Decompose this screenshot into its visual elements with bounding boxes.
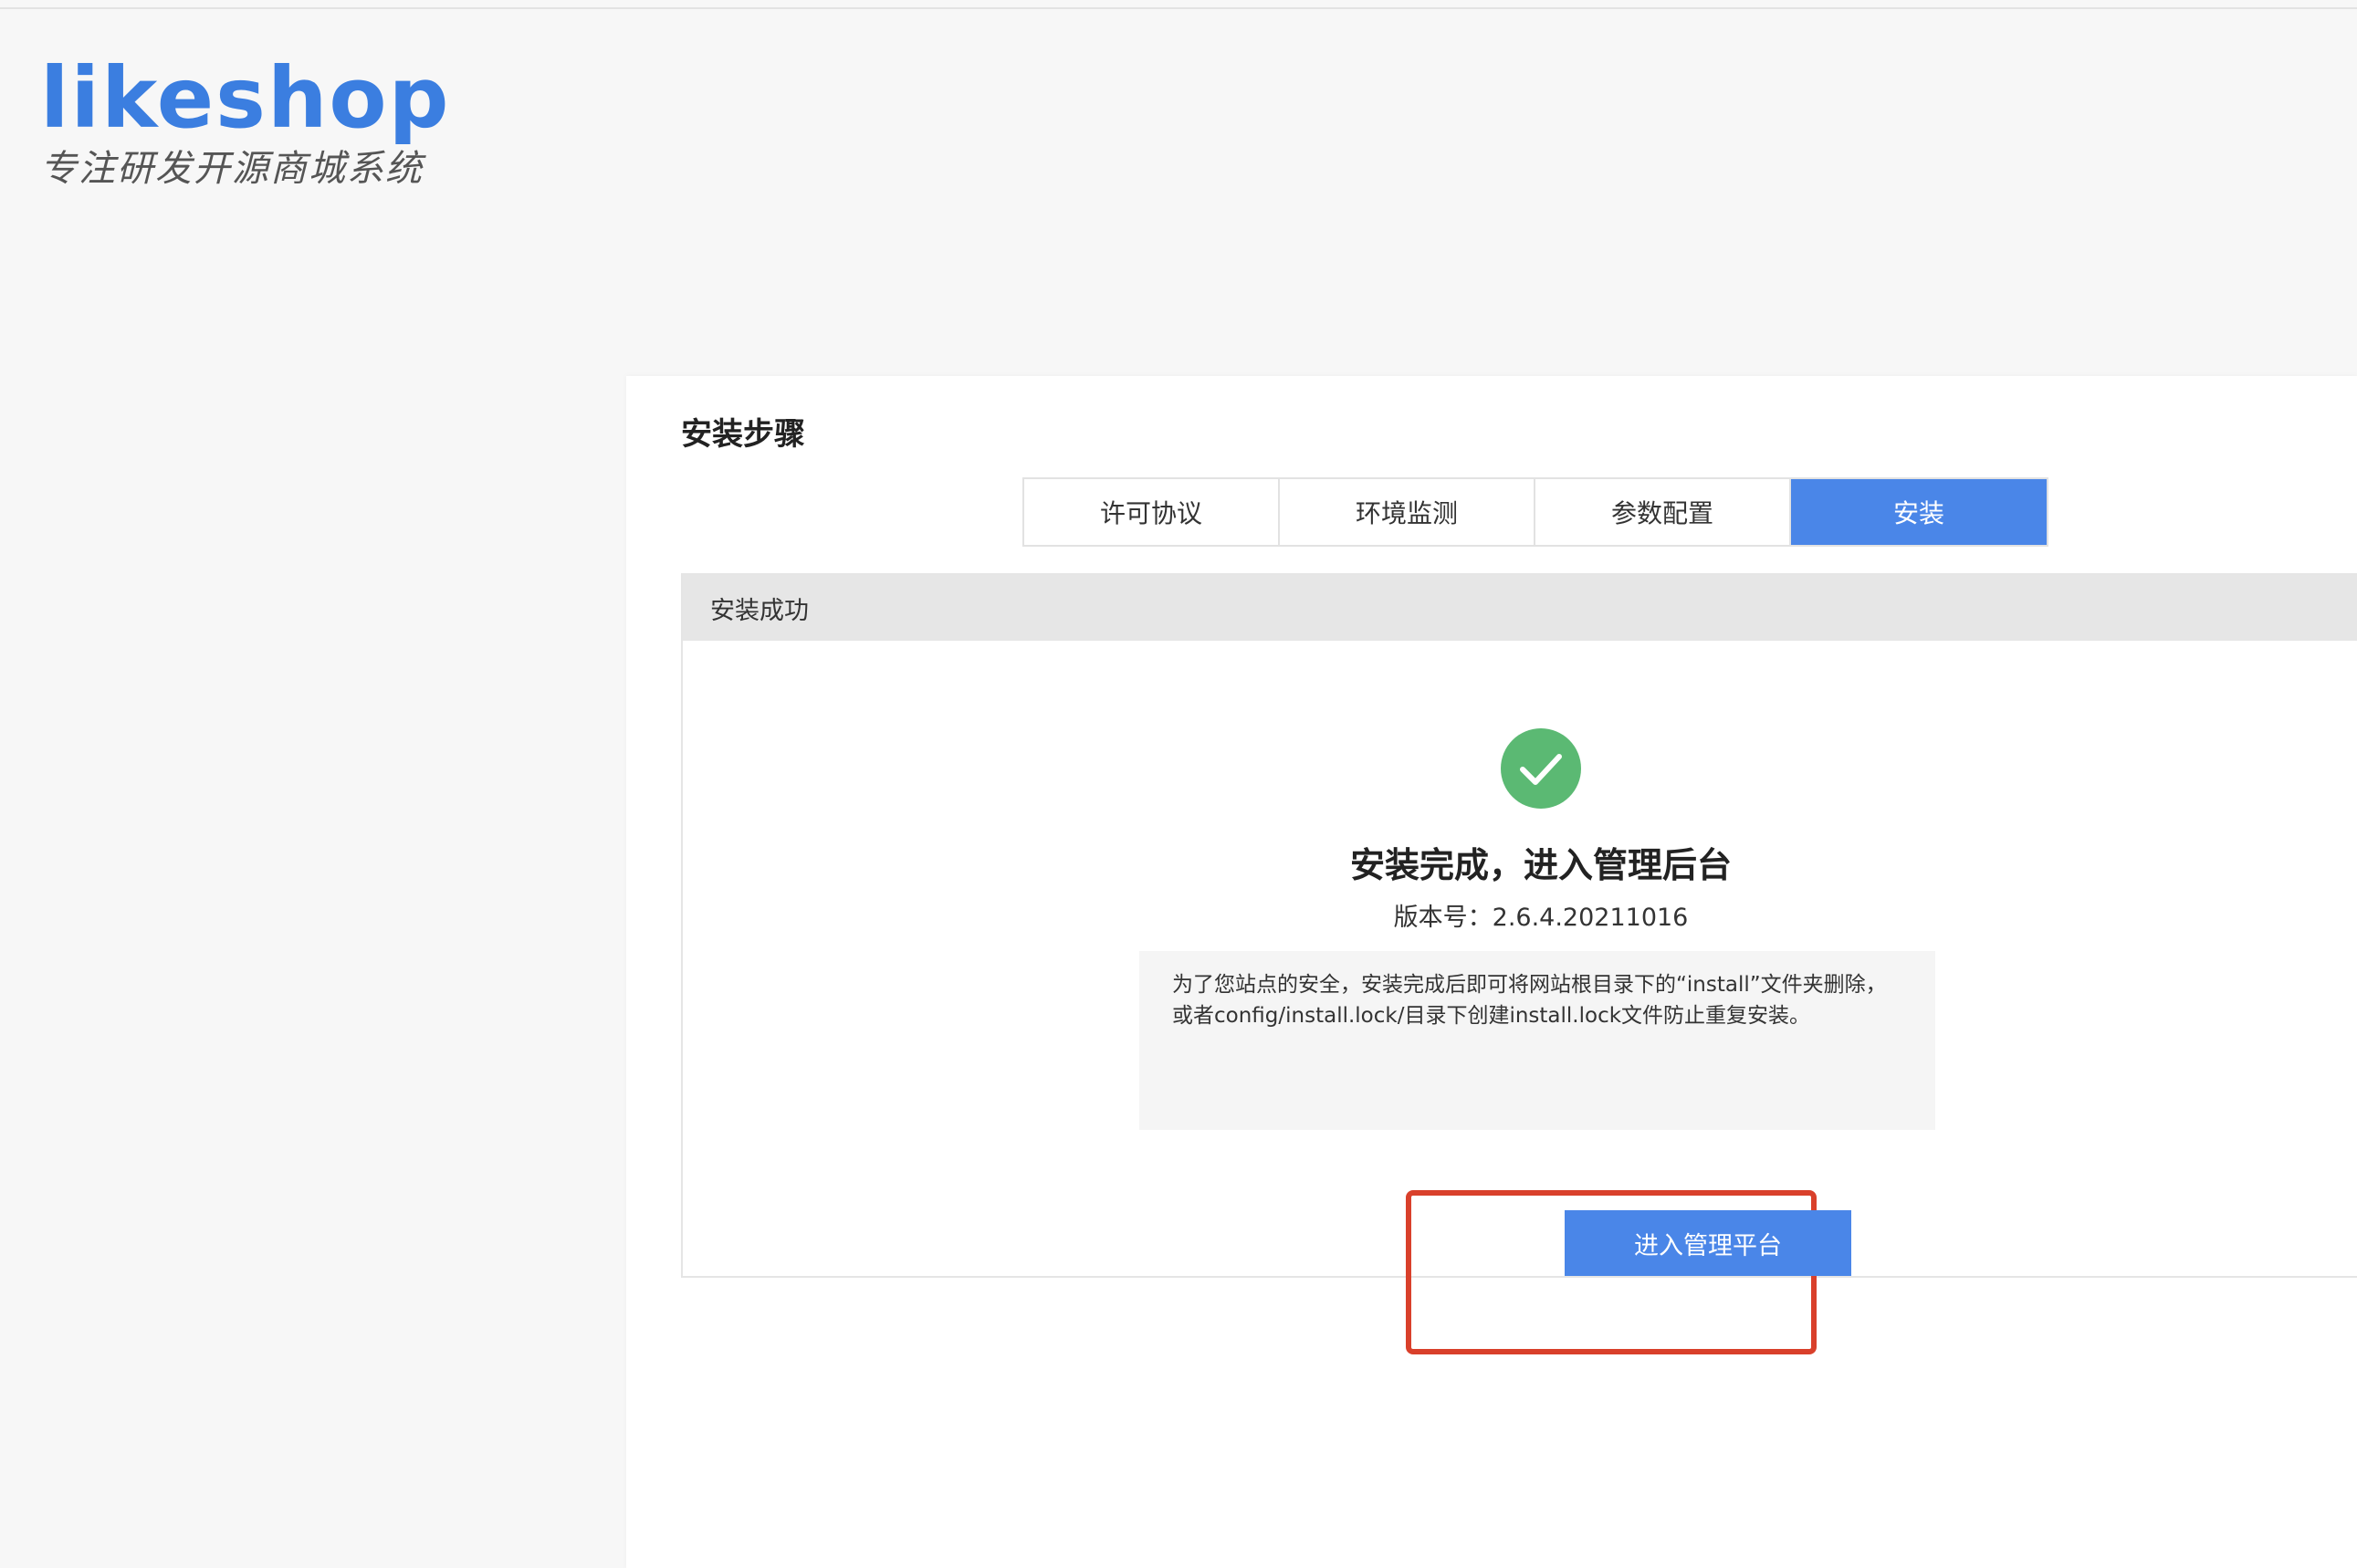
install-steps: 许可协议 环境监测 参数配置 安装 [1022,477,2048,547]
step-config[interactable]: 参数配置 [1535,479,1791,545]
panel-header: 安装成功 [683,575,2357,641]
logo-slogan: 专注研发开源商城系统 [40,148,424,190]
step-license[interactable]: 许可协议 [1024,479,1280,545]
logo-brand: likeshop [40,49,451,147]
result-panel: 安装成功 安装完成，进入管理后台 版本号：2.6.4.20211016 为了您站… [681,573,2357,1354]
success-title: 安装完成，进入管理后台 [1349,845,1732,885]
step-install[interactable]: 安装 [1791,479,2047,545]
check-circle-icon [1501,728,1581,809]
security-notice: 为了您站点的安全，安装完成后即可将网站根目录下的“install”文件夹删除，或… [1139,951,1935,1130]
version-line: 版本号：2.6.4.20211016 [1393,904,1689,932]
install-card: 安装步骤 许可协议 环境监测 参数配置 安装 安装成功 安装完成，进入管理后台 … [626,376,2357,1568]
logo: likeshop 专注研发开源商城系统 [40,53,451,192]
check-mark-icon [1520,754,1562,785]
step-environment[interactable]: 环境监测 [1280,479,1535,545]
top-rule [0,0,2357,9]
card-title: 安装步骤 [681,416,805,453]
enter-admin-button[interactable]: 进入管理平台 [1565,1210,1851,1276]
